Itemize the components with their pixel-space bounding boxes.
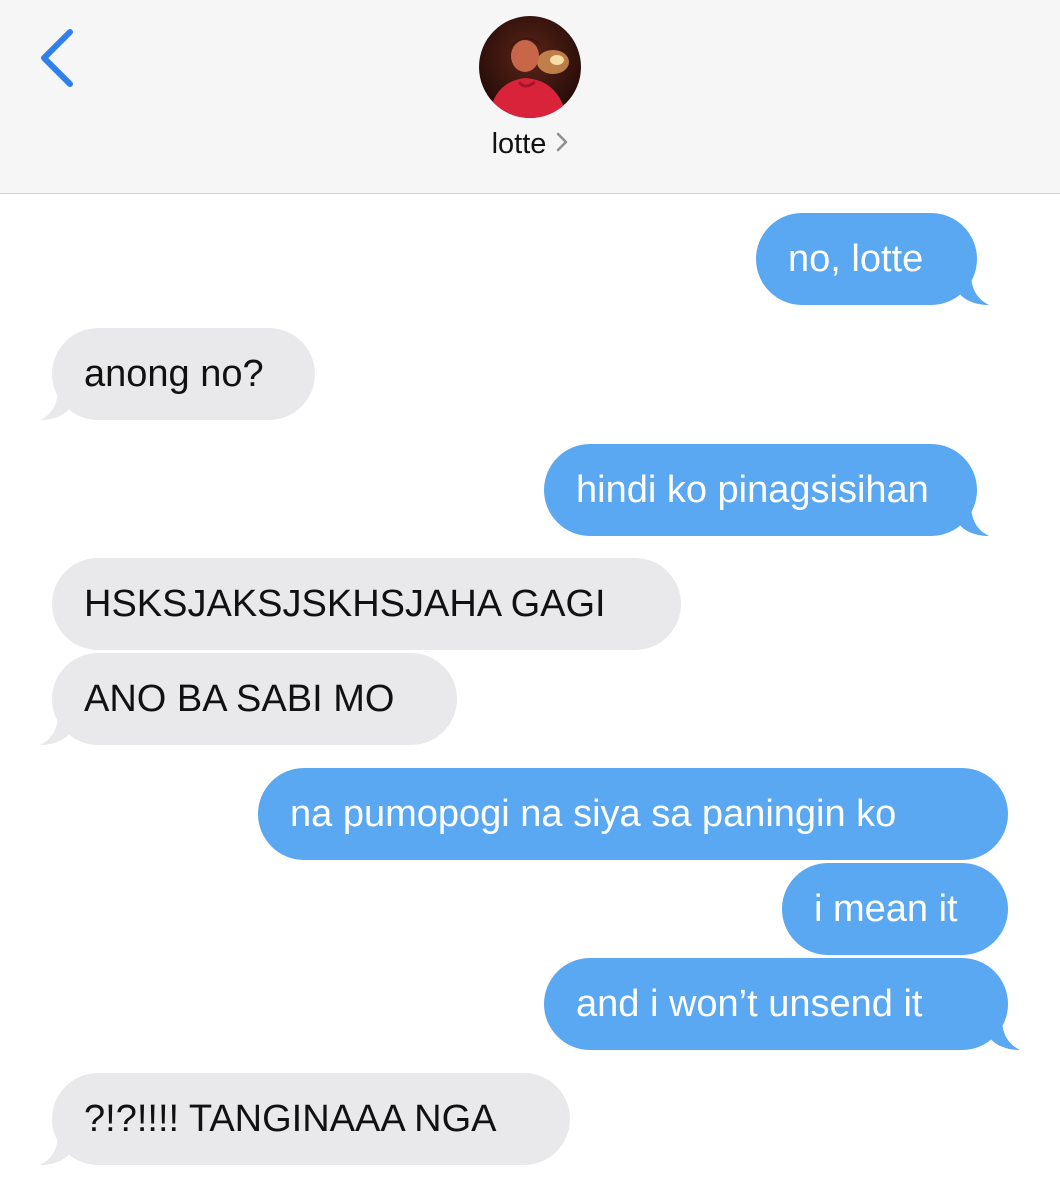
bubble-tail-icon: [990, 1018, 1020, 1050]
message-text: anong no?: [84, 353, 264, 395]
contact-name-button[interactable]: lotte: [0, 128, 1060, 162]
conversation-header: lotte: [0, 0, 1060, 194]
sent-message-bubble[interactable]: na pumopogi na siya sa paningin ko: [258, 768, 1008, 860]
bubble-tail-icon: [959, 273, 989, 305]
received-message-bubble[interactable]: ?!?!!!! TANGINAAA NGA: [40, 1073, 570, 1165]
chevron-left-icon: [41, 29, 73, 87]
contact-avatar[interactable]: [479, 16, 581, 118]
message-text: hindi ko pinagsisihan: [576, 469, 929, 511]
contact-name: lotte: [491, 128, 547, 160]
message-text: HSKSJAKSJSKHSJAHA GAGI: [84, 583, 606, 625]
message-text: na pumopogi na siya sa paningin ko: [290, 793, 897, 835]
received-message-bubble[interactable]: HSKSJAKSJSKHSJAHA GAGI: [52, 558, 681, 650]
bubble-tail-icon: [40, 713, 70, 745]
bubble-tail-icon: [959, 504, 989, 536]
sent-message-bubble[interactable]: hindi ko pinagsisihan: [544, 444, 989, 536]
message-text: and i won’t unsend it: [576, 983, 923, 1025]
chevron-right-icon: [556, 127, 568, 160]
message-text: ?!?!!!! TANGINAAA NGA: [84, 1098, 497, 1140]
received-message-bubble[interactable]: anong no?: [40, 328, 315, 420]
sent-message-bubble[interactable]: no, lotte: [756, 213, 989, 305]
message-text: ANO BA SABI MO: [84, 678, 395, 720]
sent-message-bubble[interactable]: i mean it: [782, 863, 1008, 955]
bubble-tail-icon: [40, 1133, 70, 1165]
message-text: no, lotte: [788, 238, 924, 280]
received-message-bubble[interactable]: ANO BA SABI MO: [40, 653, 457, 745]
back-button[interactable]: [30, 26, 90, 90]
message-text: i mean it: [814, 888, 958, 930]
sent-message-bubble[interactable]: and i won’t unsend it: [544, 958, 1020, 1050]
bubble-tail-icon: [40, 388, 70, 420]
